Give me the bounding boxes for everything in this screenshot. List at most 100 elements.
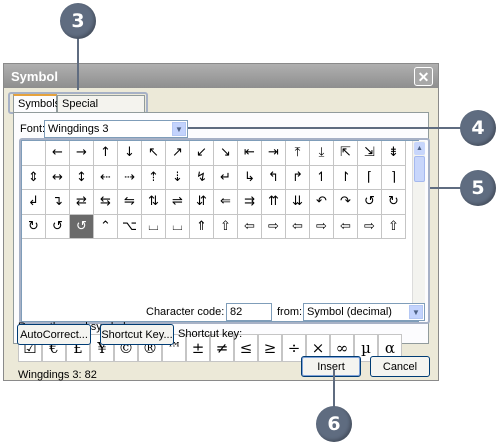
symbol-cell[interactable]: ←: [46, 141, 70, 166]
symbol-cell[interactable]: ⇡: [142, 165, 166, 190]
from-value: Symbol (decimal): [307, 306, 392, 318]
symbol-cell[interactable]: ⇦: [238, 214, 262, 239]
symbol-cell[interactable]: ⇉: [238, 190, 262, 215]
chevron-down-icon[interactable]: ▼: [409, 305, 423, 319]
symbol-cell[interactable]: ↻: [382, 190, 406, 215]
symbol-cell[interactable]: ⇊: [286, 190, 310, 215]
symbol-cell[interactable]: ⤓: [310, 141, 334, 166]
scroll-thumb[interactable]: [414, 156, 425, 182]
tab-symbols[interactable]: Symbols: [13, 94, 60, 114]
callout-6: 6: [316, 406, 352, 442]
insert-button[interactable]: Insert: [301, 356, 361, 377]
character-code-input[interactable]: 82: [226, 303, 272, 321]
symbol-cell[interactable]: ↷: [334, 190, 358, 215]
character-code-value: 82: [230, 306, 243, 318]
character-code-label: Character code:: [146, 306, 225, 318]
callout-4: 4: [460, 110, 496, 146]
symbol-cell[interactable]: ⇢: [118, 165, 142, 190]
shortcut-key-text: Shortcut key:: [178, 328, 243, 340]
chevron-down-icon[interactable]: ▼: [172, 122, 186, 136]
symbol-cell[interactable]: ↳: [238, 165, 262, 190]
from-label: from:: [277, 306, 303, 318]
callout-5: 5: [460, 170, 496, 206]
symbol-cell[interactable]: ↻: [22, 214, 46, 239]
symbol-cell[interactable]: [22, 141, 46, 166]
symbol-cell[interactable]: ⇠: [94, 165, 118, 190]
tab-special-characters[interactable]: Special Characters: [57, 95, 145, 126]
symbol-cell[interactable]: →: [70, 141, 94, 166]
symbol-cell[interactable]: ↲: [22, 190, 46, 215]
symbol-cell[interactable]: ⇐: [214, 190, 238, 215]
symbol-cell[interactable]: ⤒: [286, 141, 310, 166]
symbol-cell[interactable]: ⇨: [358, 214, 382, 239]
title-bar: Symbol ✕: [4, 64, 438, 88]
symbol-cell[interactable]: ↙: [190, 141, 214, 166]
symbol-cell[interactable]: ⇕: [22, 165, 46, 190]
symbol-cell[interactable]: ↕: [70, 165, 94, 190]
symbol-cell[interactable]: ↶: [310, 190, 334, 215]
callout-5-line: [430, 187, 462, 189]
symbol-cell[interactable]: ⇵: [190, 190, 214, 215]
symbol-cell[interactable]: ⇥: [262, 141, 286, 166]
symbol-cell[interactable]: ↔: [46, 165, 70, 190]
callout-4-line: [188, 127, 462, 129]
symbol-cell[interactable]: ⌥: [118, 214, 142, 239]
symbol-cell[interactable]: ↓: [118, 141, 142, 166]
symbol-cell[interactable]: ⌈: [358, 165, 382, 190]
symbol-cell[interactable]: ⇤: [238, 141, 262, 166]
font-label: Font:: [20, 123, 46, 135]
character-name: Wingdings 3: 82: [18, 369, 97, 381]
symbol-grid: ← → ↑ ↓ ↖ ↗ ↙ ↘ ⇤ ⇥ ⤒ ⤓ ⇱ ⇲ ⇟ ⇕ ↔ ↕ ⇠ ⇢ ⇡ ⇣ ↯ ↵ ↳ ↰ ↱ ↿ ↾ ⌈ ⌉ ↲ ↴ ⇄ ⇆ ⇋ ⇅ ⇌ ⇵ ⇐…: [21, 140, 419, 322]
symbol-cell[interactable]: ↱: [286, 165, 310, 190]
symbol-cell[interactable]: ⇧: [214, 214, 238, 239]
symbol-cell[interactable]: ⌴: [166, 214, 190, 239]
symbol-cell[interactable]: ⌴: [142, 214, 166, 239]
symbol-cell[interactable]: ⇈: [262, 190, 286, 215]
symbol-cell[interactable]: ⇅: [142, 190, 166, 215]
symbol-cell[interactable]: ↺: [46, 214, 70, 239]
symbol-cell[interactable]: ⇦: [286, 214, 310, 239]
symbol-cell[interactable]: ↿: [310, 165, 334, 190]
symbol-cell[interactable]: ⇆: [94, 190, 118, 215]
symbol-cell[interactable]: ⇧: [382, 214, 406, 239]
symbol-cell[interactable]: ↺: [70, 214, 94, 239]
shortcut-key-button[interactable]: Shortcut Key...: [100, 324, 174, 345]
symbol-cell[interactable]: ⇋: [118, 190, 142, 215]
symbol-cell[interactable]: ↘: [214, 141, 238, 166]
symbol-cell[interactable]: ↾: [334, 165, 358, 190]
symbol-cell[interactable]: ↺: [358, 190, 382, 215]
symbol-cell[interactable]: ↵: [214, 165, 238, 190]
symbol-cell[interactable]: ⇣: [166, 165, 190, 190]
symbol-cell[interactable]: ⇌: [166, 190, 190, 215]
symbol-cell[interactable]: ⇲: [358, 141, 382, 166]
symbol-cell[interactable]: ⇄: [70, 190, 94, 215]
symbol-cell[interactable]: ↗: [166, 141, 190, 166]
symbol-cell[interactable]: ↴: [46, 190, 70, 215]
symbol-cell[interactable]: ⇑: [190, 214, 214, 239]
recent-symbol-cell[interactable]: ≥: [258, 334, 282, 362]
autocorrect-button[interactable]: AutoCorrect...: [17, 324, 91, 345]
symbol-cell[interactable]: ⌃: [94, 214, 118, 239]
cancel-button[interactable]: Cancel: [370, 356, 430, 377]
callout-3: 3: [60, 3, 96, 39]
from-dropdown[interactable]: Symbol (decimal) ▼: [303, 303, 425, 321]
symbol-cell[interactable]: ↰: [262, 165, 286, 190]
callout-3-line: [77, 38, 79, 90]
dialog-title: Symbol: [11, 69, 58, 84]
scroll-up-icon[interactable]: ▲: [414, 142, 425, 155]
close-icon: ✕: [417, 68, 430, 85]
symbol-cell[interactable]: ⇨: [310, 214, 334, 239]
symbol-cell[interactable]: ↯: [190, 165, 214, 190]
symbol-cell[interactable]: ↖: [142, 141, 166, 166]
close-button[interactable]: ✕: [414, 67, 433, 86]
symbol-cell[interactable]: ⌉: [382, 165, 406, 190]
symbol-cell[interactable]: ⇨: [262, 214, 286, 239]
symbol-cell[interactable]: ↑: [94, 141, 118, 166]
symbol-grid-scrollbar[interactable]: ▲ ▼: [412, 141, 425, 321]
symbol-cell[interactable]: ⇦: [334, 214, 358, 239]
font-dropdown[interactable]: Wingdings 3 ▼: [44, 120, 188, 138]
callout-6-line: [333, 370, 335, 408]
symbol-cell[interactable]: ⇟: [382, 141, 406, 166]
font-value: Wingdings 3: [48, 123, 109, 135]
symbol-cell[interactable]: ⇱: [334, 141, 358, 166]
